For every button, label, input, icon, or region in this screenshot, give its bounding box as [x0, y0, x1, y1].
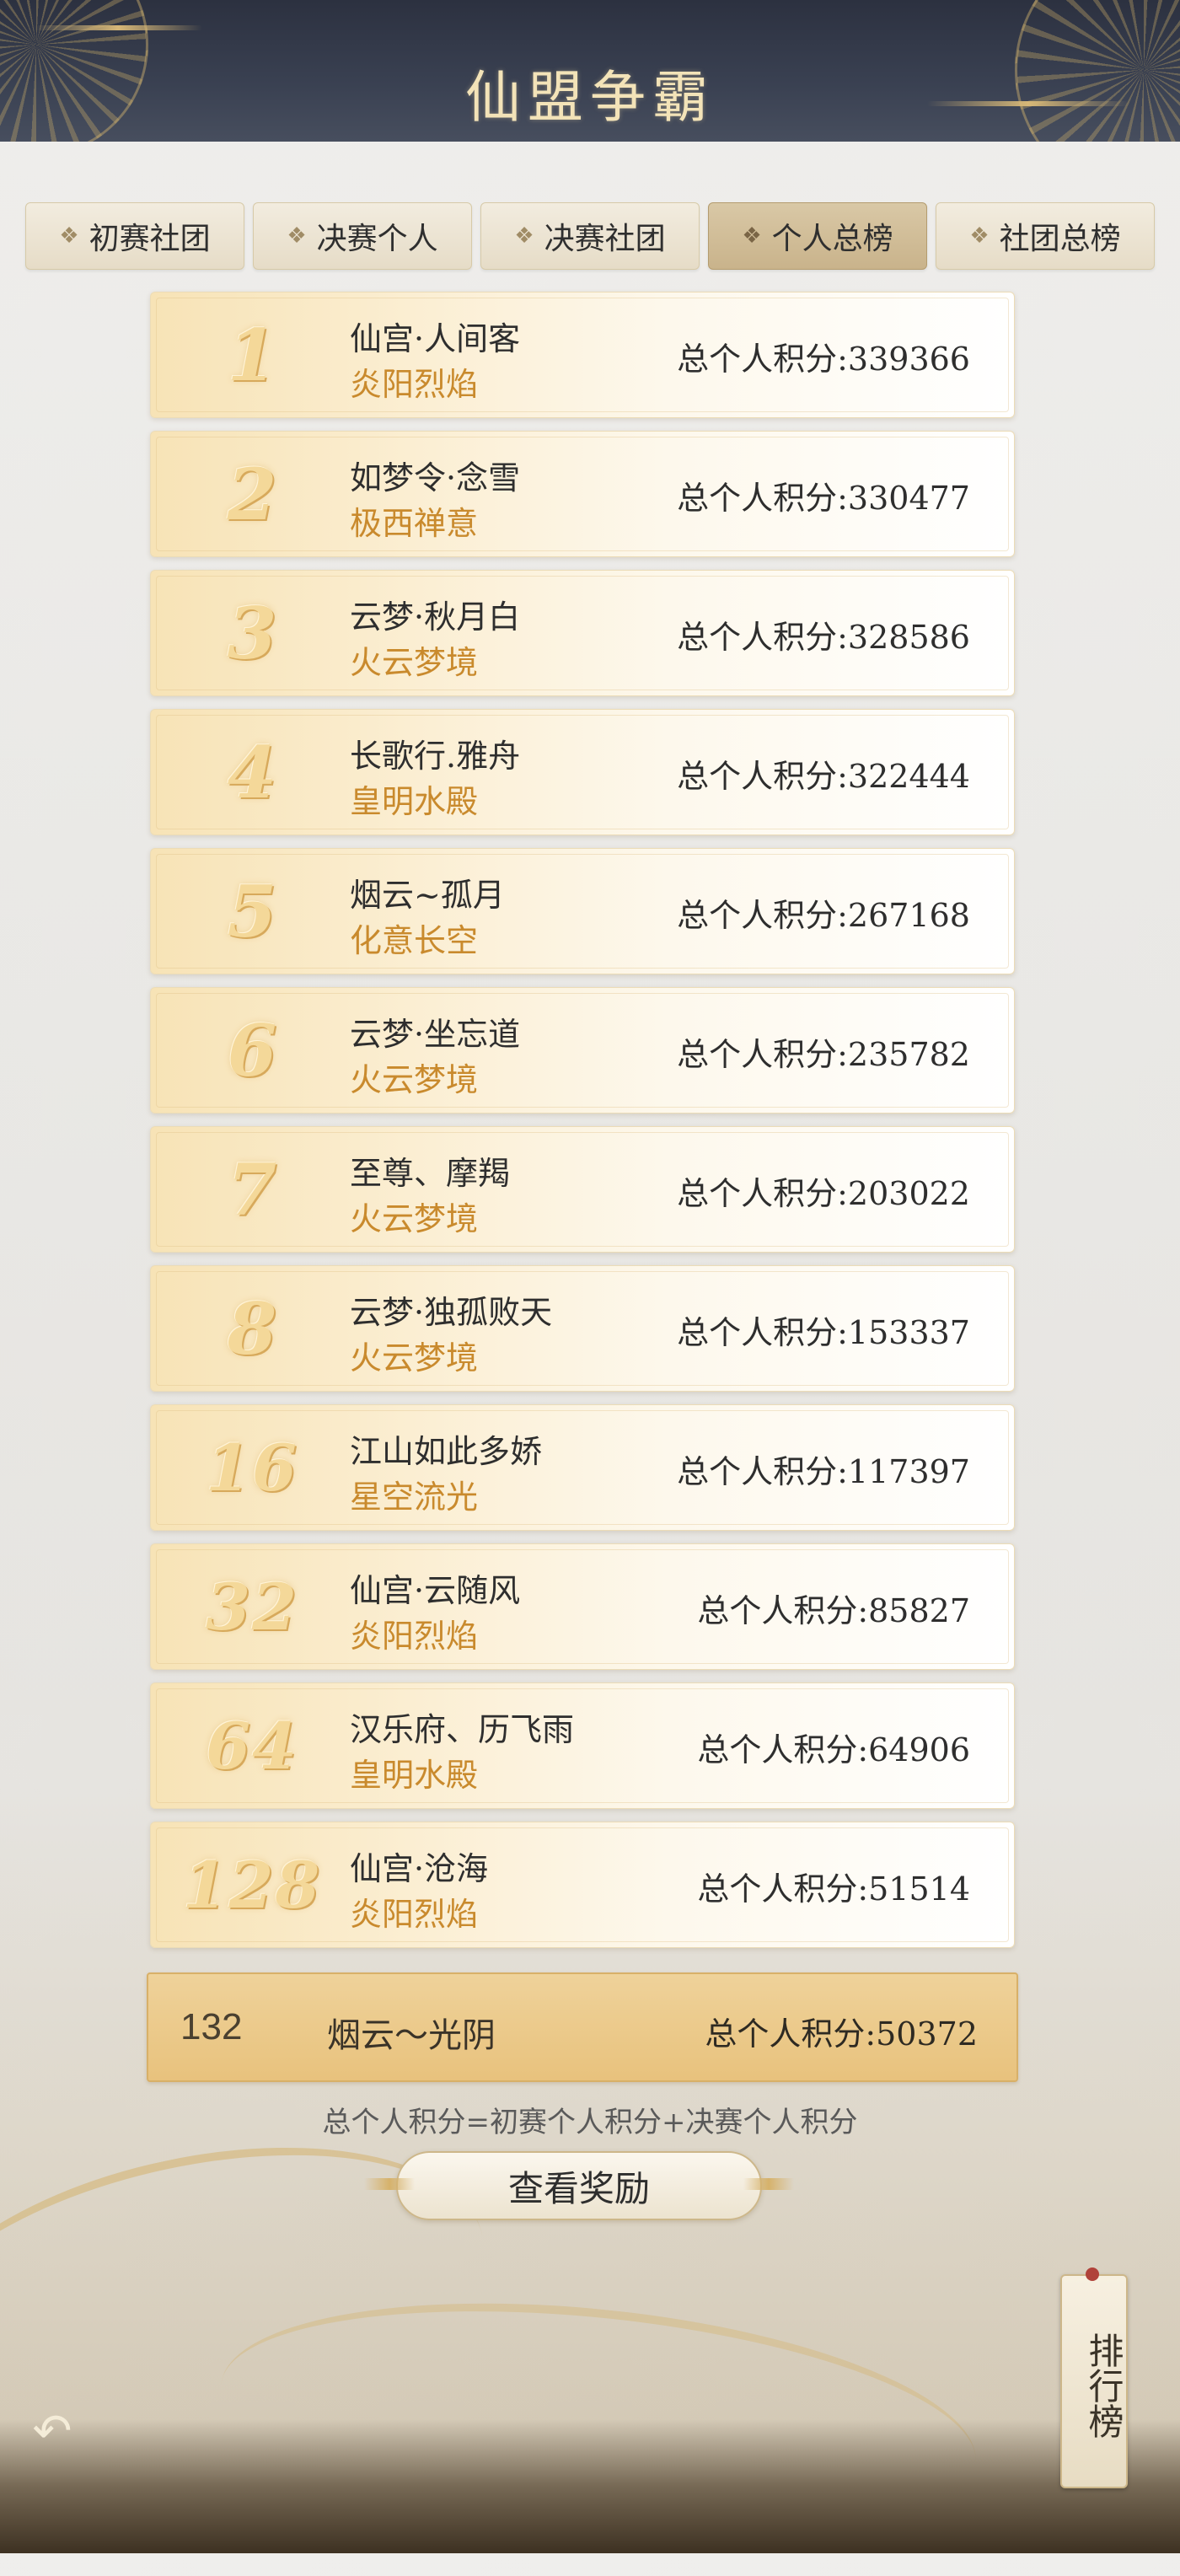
total-score: 总个人积分:339366 — [677, 341, 970, 378]
leaderboard-side-button[interactable]: 排行榜 — [1060, 2267, 1128, 2488]
total-score: 总个人积分:235782 — [677, 1036, 970, 1073]
tab-4[interactable]: ❖ 社团总榜 — [936, 202, 1155, 270]
leaderboard-side-label: 排行榜 — [1083, 2332, 1124, 2439]
tab-label: 决赛个人 — [316, 222, 438, 256]
rank-number: 3 — [227, 591, 277, 675]
rank-number: 8 — [227, 1286, 277, 1371]
score-formula-note: 总个人积分=初赛个人积分+决赛个人积分 — [322, 2106, 858, 2139]
rank-row[interactable]: 4 长歌行.雅舟 皇明水殿 总个人积分:322444 — [150, 709, 1015, 835]
my-player-name: 烟云～光阴 — [327, 2016, 496, 2055]
club-name: 星空流光 — [350, 1479, 479, 1516]
player-name: 仙宫·云随风 — [350, 1572, 521, 1609]
my-total-score: 总个人积分:50372 — [705, 2015, 978, 2053]
club-name: 皇明水殿 — [350, 783, 479, 820]
rank-number: 5 — [227, 869, 277, 953]
rank-number: 128 — [182, 1847, 322, 1923]
player-name: 仙宫·人间客 — [350, 320, 521, 357]
club-name: 火云梦境 — [350, 644, 479, 681]
rank-number: 32 — [206, 1569, 298, 1645]
rank-number: 4 — [227, 730, 277, 814]
pin-icon — [1086, 2267, 1099, 2281]
club-name: 火云梦境 — [350, 1200, 479, 1237]
tab-0[interactable]: ❖ 初赛社团 — [25, 202, 244, 270]
player-name: 江山如此多娇 — [350, 1433, 543, 1470]
total-score: 总个人积分:85827 — [697, 1592, 970, 1629]
tab-3[interactable]: ❖ 个人总榜 — [708, 202, 927, 270]
player-name: 云梦·独孤败天 — [350, 1294, 553, 1331]
cloud-decoration — [34, 25, 202, 30]
rank-row[interactable]: 16 江山如此多娇 星空流光 总个人积分:117397 — [150, 1404, 1015, 1531]
player-name: 至尊、摩羯 — [350, 1155, 511, 1192]
rank-row[interactable]: 32 仙宫·云随风 炎阳烈焰 总个人积分:85827 — [150, 1543, 1015, 1670]
diamond-icon: ❖ — [742, 223, 762, 249]
tab-2[interactable]: ❖ 决赛社团 — [480, 202, 700, 270]
rank-row[interactable]: 64 汉乐府、历飞雨 皇明水殿 总个人积分:64906 — [150, 1682, 1015, 1809]
club-name: 极西禅意 — [350, 505, 479, 542]
diamond-icon: ❖ — [59, 223, 79, 249]
diamond-icon: ❖ — [969, 223, 990, 249]
total-score: 总个人积分:153337 — [677, 1314, 970, 1351]
total-score: 总个人积分:203022 — [677, 1175, 970, 1212]
rank-number: 1 — [227, 313, 277, 397]
total-score: 总个人积分:51514 — [697, 1870, 970, 1908]
rank-number: 6 — [227, 1008, 277, 1092]
total-score: 总个人积分:267168 — [677, 897, 970, 934]
diamond-icon: ❖ — [514, 223, 534, 249]
player-name: 汉乐府、历飞雨 — [350, 1711, 575, 1748]
rank-row[interactable]: 1 仙宫·人间客 炎阳烈焰 总个人积分:339366 — [150, 292, 1015, 418]
page-title: 仙盟争霸 — [465, 65, 715, 130]
rank-number: 64 — [206, 1708, 298, 1784]
tab-label: 社团总榜 — [999, 222, 1121, 256]
player-name: 长歌行.雅舟 — [350, 738, 521, 775]
club-name: 化意长空 — [350, 922, 479, 959]
player-name: 如梦令·念雪 — [350, 459, 521, 496]
total-score: 总个人积分:117397 — [677, 1453, 970, 1490]
club-name: 火云梦境 — [350, 1339, 479, 1377]
rank-number: 2 — [227, 452, 277, 536]
total-score: 总个人积分:322444 — [677, 758, 970, 795]
total-score: 总个人积分:330477 — [677, 480, 970, 517]
rank-row[interactable]: 2 如梦令·念雪 极西禅意 总个人积分:330477 — [150, 431, 1015, 557]
header-banner: 仙盟争霸 — [0, 0, 1180, 142]
total-score: 总个人积分:64906 — [697, 1731, 970, 1768]
ground-decoration — [0, 2419, 1180, 2553]
club-name: 皇明水殿 — [350, 1757, 479, 1794]
diamond-icon: ❖ — [287, 223, 307, 249]
tab-1[interactable]: ❖ 决赛个人 — [253, 202, 472, 270]
player-name: 云梦·秋月白 — [350, 598, 521, 636]
my-rank-number: 132 — [180, 2006, 243, 2047]
rank-row[interactable]: 3 云梦·秋月白 火云梦境 总个人积分:328586 — [150, 570, 1015, 696]
rank-row[interactable]: 7 至尊、摩羯火云梦境 总个人积分:203022 — [150, 1126, 1015, 1253]
club-name: 炎阳烈焰 — [350, 366, 479, 403]
club-name: 炎阳烈焰 — [350, 1618, 479, 1655]
player-name: 烟云~孤月 — [350, 877, 505, 914]
player-name: 云梦·坐忘道 — [350, 1016, 521, 1053]
rank-row[interactable]: 8 云梦·独孤败天 火云梦境 总个人积分:153337 — [150, 1265, 1015, 1392]
club-name: 火云梦境 — [350, 1061, 479, 1098]
player-name: 仙宫·沧海 — [350, 1850, 489, 1887]
club-name: 炎阳烈焰 — [350, 1896, 479, 1933]
rank-row[interactable]: 6 云梦·坐忘道 火云梦境 总个人积分:235782 — [150, 987, 1015, 1114]
rank-number: 7 — [227, 1147, 277, 1232]
rank-row[interactable]: 5 烟云~孤月化意长空 总个人积分:267168 — [150, 848, 1015, 974]
view-rewards-button[interactable]: 查看奖励 — [364, 2151, 794, 2220]
rank-number: 16 — [206, 1430, 298, 1505]
my-rank-row: 132 烟云～光阴 总个人积分:50372 — [147, 1972, 1018, 2082]
rank-row[interactable]: 128 仙宫·沧海炎阳烈焰 总个人积分:51514 — [150, 1822, 1015, 1948]
total-score: 总个人积分:328586 — [677, 619, 970, 656]
tab-label: 个人总榜 — [771, 222, 893, 256]
ranking-list: 1 仙宫·人间客 炎阳烈焰 总个人积分:339366 2 如梦令·念雪 极西禅意 总个人积分:… — [150, 292, 1015, 1961]
tab-bar: ❖ 初赛社团 ❖ 决赛个人 ❖ 决赛社团 ❖ 个人总榜 ❖ 社团总榜 — [25, 202, 1155, 275]
tab-label: 决赛社团 — [544, 222, 666, 256]
tab-label: 初赛社团 — [88, 222, 211, 256]
back-arrow-icon[interactable]: ↶ — [20, 2399, 84, 2463]
